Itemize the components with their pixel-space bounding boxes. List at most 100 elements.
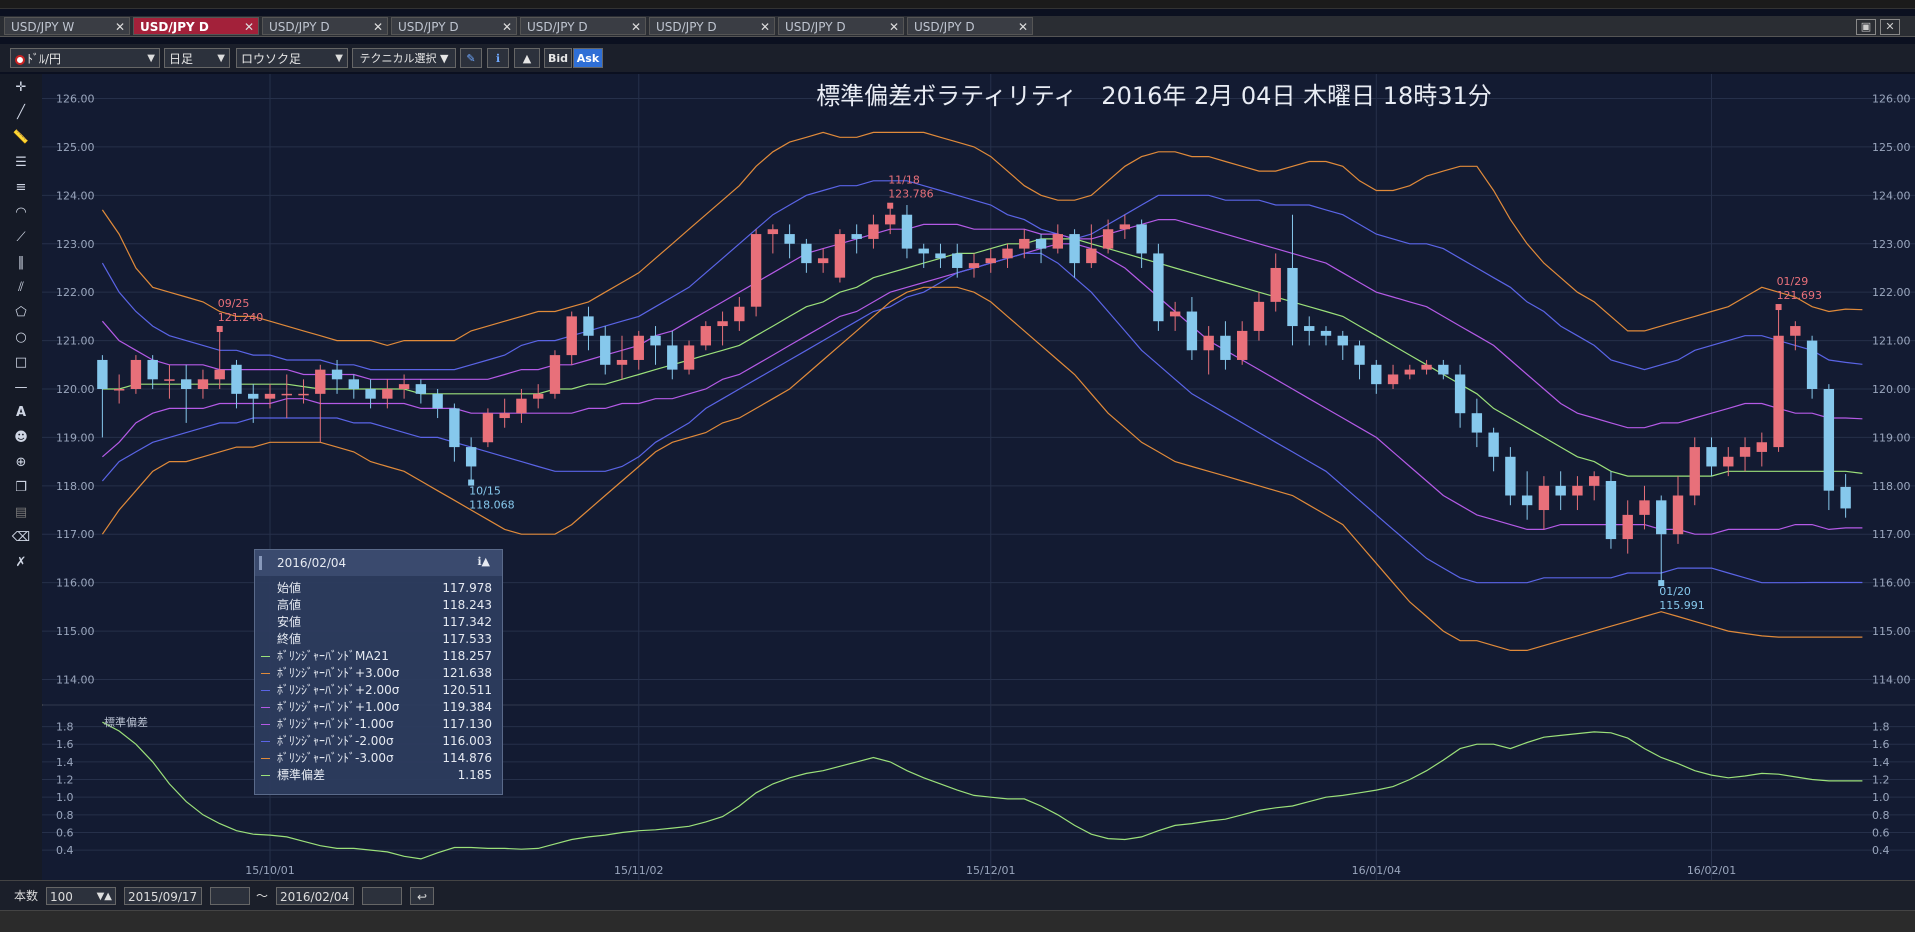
chart-tab[interactable]: USD/JPY D ✕ xyxy=(520,17,646,35)
tab-close-icon[interactable]: ✕ xyxy=(244,18,254,36)
tab-label: USD/JPY D xyxy=(527,20,588,34)
ruler-icon[interactable]: 📏 xyxy=(10,128,32,148)
technical-select-button[interactable]: テクニカル選択 ▼ xyxy=(352,48,456,68)
from-date-input[interactable]: 2015/09/17 xyxy=(124,887,202,905)
mountain-chart-icon[interactable]: ▲ xyxy=(514,48,540,68)
tab-close-icon[interactable]: ✕ xyxy=(889,18,899,36)
chart-type-select[interactable]: ロウソク足 ▼ xyxy=(236,48,348,68)
candle-body xyxy=(583,316,594,336)
candle-body xyxy=(1555,485,1566,496)
tab-close-icon[interactable]: ✕ xyxy=(373,18,383,36)
period-select[interactable]: 日足 ▼ xyxy=(164,48,230,68)
candle-body xyxy=(382,389,393,399)
price-tick-label-right: 121.00 xyxy=(1872,335,1911,348)
candle-body xyxy=(348,379,360,389)
spinner-icon[interactable]: ▼▲ xyxy=(97,888,112,906)
candle-body xyxy=(281,393,292,396)
tab-label: USD/JPY W xyxy=(11,20,75,34)
emoji-icon[interactable]: ☻ xyxy=(10,428,32,448)
horizontal-lines-icon[interactable]: ☰ xyxy=(10,153,32,173)
tab-close-icon[interactable]: ✕ xyxy=(1018,18,1028,36)
tab-label: USD/JPY D xyxy=(269,20,330,34)
pen-icon[interactable]: ✎ xyxy=(460,48,482,68)
eraser-all-icon[interactable]: ✗ xyxy=(10,553,32,573)
close-icon[interactable]: ✕ xyxy=(1880,19,1900,35)
candle-body xyxy=(1387,374,1399,385)
arc-icon[interactable]: ◠ xyxy=(10,203,32,223)
tab-label: USD/JPY D xyxy=(656,20,717,34)
data-window-value: 117.130 xyxy=(442,717,492,731)
candle-body xyxy=(499,413,510,419)
chart-tab[interactable]: USD/JPY D ✕ xyxy=(391,17,517,35)
candle-body xyxy=(130,359,142,389)
candle-body xyxy=(968,263,980,268)
text-icon[interactable]: A xyxy=(10,403,32,423)
chart-type-value: ロウソク足 xyxy=(241,52,302,66)
candle-body xyxy=(1806,340,1818,389)
sub-tick-label-left: 1.8 xyxy=(56,721,74,734)
trendline-icon[interactable]: ╱ xyxy=(10,103,32,123)
drag-handle-icon[interactable] xyxy=(259,556,262,570)
candle-body xyxy=(600,335,611,365)
maximize-icon[interactable]: ▣ xyxy=(1856,19,1876,35)
return-icon[interactable]: ↩ xyxy=(410,887,434,905)
info-icon[interactable]: ℹ xyxy=(487,48,509,68)
candle-body xyxy=(1186,311,1198,351)
data-window-label: ﾎﾞﾘﾝｼﾞｬｰﾊﾞﾝﾄﾞ+2.00σ xyxy=(277,683,400,697)
layers-icon[interactable]: ▤ xyxy=(10,503,32,523)
to-time-input[interactable] xyxy=(362,887,402,905)
candle-body xyxy=(231,364,242,394)
candle-body xyxy=(549,355,561,394)
candle-body xyxy=(1454,374,1466,414)
crosshair-icon[interactable]: ✛ xyxy=(10,78,32,98)
data-window-value: 121.638 xyxy=(442,666,492,680)
count-input[interactable]: 100 ▼▲ xyxy=(46,887,116,905)
candle-body xyxy=(616,359,628,365)
candle-body xyxy=(1572,485,1583,496)
data-window-value: 114.876 xyxy=(442,751,492,765)
chart-tab[interactable]: USD/JPY D ✕ xyxy=(907,17,1033,35)
data-window-label: ﾎﾞﾘﾝｼﾞｬｰﾊﾞﾝﾄﾞ+1.00σ xyxy=(277,700,400,714)
extreme-date-label: 01/20 xyxy=(1659,585,1691,598)
candle-body xyxy=(1790,326,1801,336)
candle-body xyxy=(1019,238,1030,249)
chart-tab[interactable]: USD/JPY D ✕ xyxy=(778,17,904,35)
tab-close-icon[interactable]: ✕ xyxy=(760,18,770,36)
data-window-label: 安値 xyxy=(277,615,302,629)
candle-body xyxy=(700,326,712,346)
candle-body xyxy=(1739,447,1751,457)
chart-tab[interactable]: USD/JPY W ✕ xyxy=(4,17,130,35)
copy-icon[interactable]: ❐ xyxy=(10,478,32,498)
ask-button[interactable]: Ask xyxy=(573,48,603,68)
tab-close-icon[interactable]: ✕ xyxy=(502,18,512,36)
rectangle-icon[interactable]: □ xyxy=(10,353,32,373)
info-collapse-icon[interactable]: ℹ▲ xyxy=(477,555,490,568)
bid-button[interactable]: Bid xyxy=(544,48,572,68)
sub-tick-label-left: 1.6 xyxy=(56,738,74,751)
chart-tab[interactable]: USD/JPY D ✕ xyxy=(649,17,775,35)
hline-icon[interactable]: — xyxy=(10,378,32,398)
chart-tab[interactable]: USD/JPY D ✕ xyxy=(262,17,388,35)
chart-title: 標準偏差ボラティリティ 2016年 2月 04日 木曜日 18時31分 xyxy=(816,82,1492,110)
multi-lines-icon[interactable]: ≡ xyxy=(10,178,32,198)
tab-close-icon[interactable]: ✕ xyxy=(115,18,125,36)
magnet-icon[interactable]: ⊕ xyxy=(10,453,32,473)
pitchfork-icon[interactable]: ⫽ xyxy=(10,278,32,298)
tab-close-icon[interactable]: ✕ xyxy=(631,18,641,36)
candle-body xyxy=(1320,330,1332,336)
eraser-icon[interactable]: ⌫ xyxy=(10,528,32,548)
chart-tab[interactable]: USD/JPY D ✕ xyxy=(133,17,259,35)
pentagon-icon[interactable]: ⬠ xyxy=(10,303,32,323)
currency-pair-select[interactable]: ﾄﾞﾙ/円 ▼ xyxy=(10,48,160,68)
vertical-lines-icon[interactable]: ‖ xyxy=(10,253,32,273)
candle-body xyxy=(264,393,276,399)
to-date-input[interactable]: 2016/02/04 xyxy=(276,887,354,905)
fan-icon[interactable]: ⟋ xyxy=(10,228,32,248)
data-window-row: ﾎﾞﾘﾝｼﾞｬｰﾊﾞﾝﾄﾞ-3.00σ 114.876 xyxy=(255,750,502,767)
from-time-input[interactable] xyxy=(210,887,250,905)
candle-body xyxy=(1404,369,1416,375)
candle-body xyxy=(1102,229,1114,249)
data-window-row: ﾎﾞﾘﾝｼﾞｬｰﾊﾞﾝﾄﾞ+2.00σ 120.511 xyxy=(255,682,502,699)
circle-icon[interactable]: ○ xyxy=(10,328,32,348)
data-window[interactable]: 2016/02/04 ℹ▲ 始値 117.978 高値 118.243 安値 117.34… xyxy=(254,549,503,795)
